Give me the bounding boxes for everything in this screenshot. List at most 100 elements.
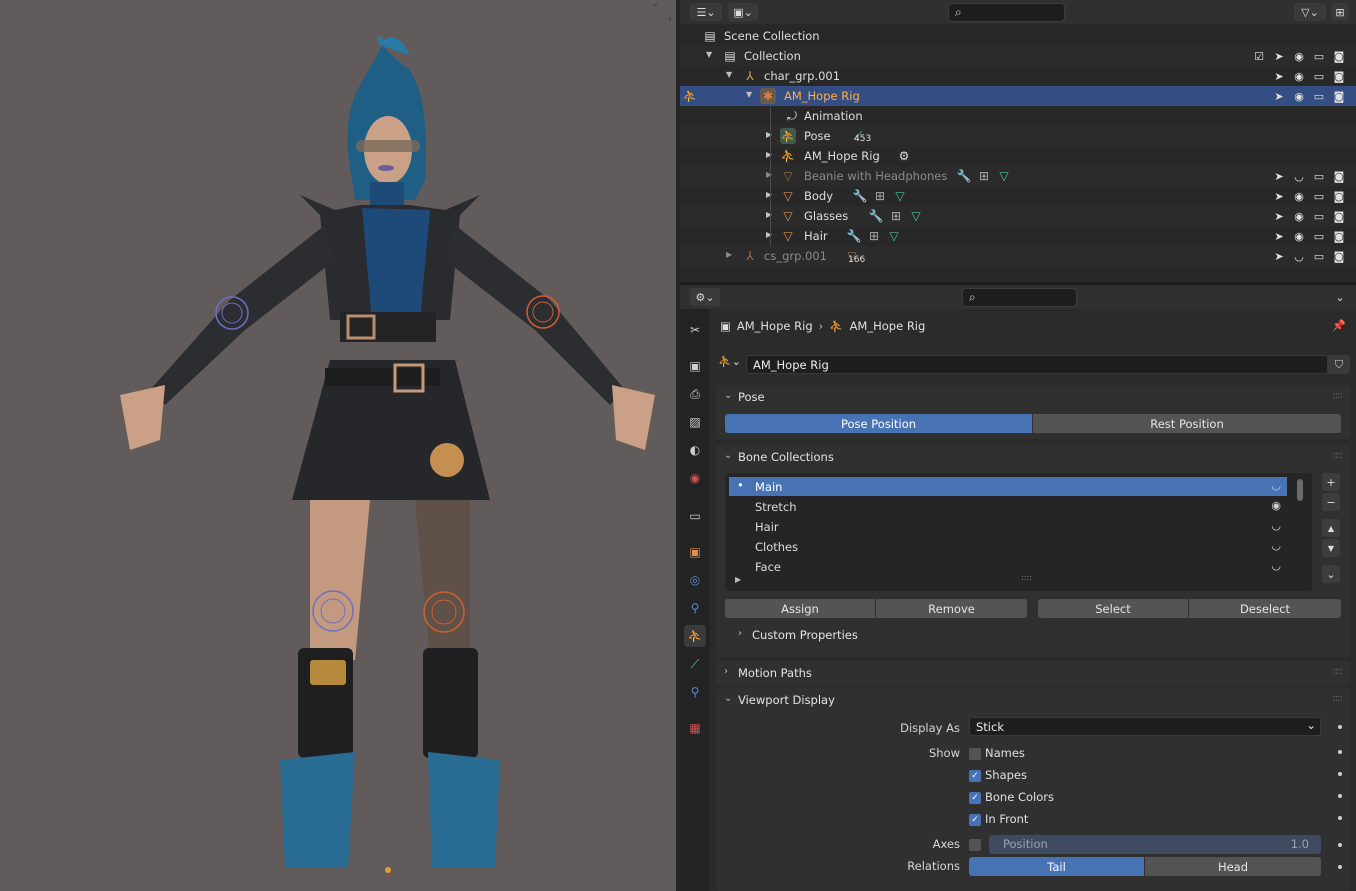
chevron-down-icon[interactable]: ⌄ [651,0,659,9]
outliner-row[interactable]: ▶ ▽ Body 🔧 ⊞ ▽ ➤◉▭◙ [680,186,1356,206]
list-item[interactable]: Hair ◡ [729,517,1287,536]
relations-tail-button[interactable]: Tail [969,857,1144,876]
eye-closed-icon[interactable]: ◡ [1271,519,1281,532]
expand-arrow-icon[interactable]: ▼ [726,70,732,79]
select-arrow-icon[interactable]: ➤ [1272,169,1286,183]
eye-icon[interactable]: ◉ [1292,229,1306,243]
expand-arrow-icon[interactable]: ▶ [726,250,732,259]
camera-icon[interactable]: ◙ [1332,49,1346,63]
editor-type-button[interactable]: ⚙⌄ [690,288,720,306]
list-filter-arrow-icon[interactable]: ▶ [735,575,741,584]
properties-search-input[interactable]: ⌕ [962,288,1077,307]
keyframe-dot-icon[interactable] [1338,816,1342,820]
fake-user-shield-icon[interactable]: ⛉ [1328,355,1350,374]
drag-handle-icon[interactable]: :::: [1333,693,1344,704]
select-arrow-icon[interactable]: ➤ [1272,69,1286,83]
expand-arrow-icon[interactable]: ▼ [706,50,712,59]
monitor-icon[interactable]: ▭ [1312,209,1326,223]
options-dropdown[interactable]: ⌄ [1331,288,1349,306]
select-arrow-icon[interactable]: ➤ [1272,189,1286,203]
drag-handle-icon[interactable]: :::: [1333,390,1344,401]
move-down-button[interactable]: ▼ [1322,539,1340,557]
eye-closed-icon[interactable]: ◡ [1271,479,1281,492]
scene-tab-icon[interactable]: ◐ [684,439,706,461]
eye-icon[interactable]: ◉ [1292,69,1306,83]
monitor-icon[interactable]: ▭ [1312,89,1326,103]
select-arrow-icon[interactable]: ➤ [1272,209,1286,223]
filter-button[interactable]: ▽⌄ [1294,3,1326,21]
display-mode-button[interactable]: ▣⌄ [728,3,758,21]
bone-tab-icon[interactable]: ⟋ [684,653,706,675]
axes-checkbox[interactable] [969,839,981,851]
outliner-row[interactable]: ▶ ▽ Beanie with Headphones 🔧 ⊞ ▽ ➤◡▭◙ [680,166,1356,186]
view-layer-tab-icon[interactable]: ▨ [684,411,706,433]
camera-icon[interactable]: ◙ [1332,169,1346,183]
eye-icon[interactable]: ◉ [1292,189,1306,203]
keyframe-dot-icon[interactable] [1338,794,1342,798]
outliner-row[interactable]: ▶ ⛹ AM_Hope Rig ⚙ [680,146,1356,166]
camera-icon[interactable]: ◙ [1332,69,1346,83]
viewport-display-header[interactable]: ⌄ Viewport Display :::: [716,688,1350,712]
shapes-checkbox[interactable]: ✓ [969,770,981,782]
armature-data-tab-icon[interactable]: ⛹ [684,625,706,647]
bone-constraints-tab-icon[interactable]: ⚲ [684,681,706,703]
rest-position-button[interactable]: Rest Position [1033,414,1341,433]
pose-position-button[interactable]: Pose Position [725,414,1032,433]
list-resize-grip-icon[interactable]: :::: [1021,573,1032,582]
remove-collection-button[interactable]: − [1322,493,1340,511]
keyframe-dot-icon[interactable] [1338,843,1342,847]
armature-name-field[interactable]: AM_Hope Rig [746,355,1328,374]
keyframe-dot-icon[interactable] [1338,725,1342,729]
outliner-row[interactable]: ▼ ▤ Collection ☑ ➤ ◉ ▭ ◙ [680,46,1356,66]
deselect-button[interactable]: Deselect [1189,599,1341,618]
select-arrow-icon[interactable]: ➤ [1272,249,1286,263]
camera-icon[interactable]: ◙ [1332,189,1346,203]
axes-position-slider[interactable]: Position 1.0 [989,835,1321,854]
bone-collections-list[interactable]: • Main ◡ Stretch ◉ Hair ◡ Clothes ◡ Face… [725,473,1312,591]
tool-tab-icon[interactable]: ✂ [684,319,706,341]
physics-tab-icon[interactable]: ◎ [684,569,706,591]
eye-icon[interactable]: ◉ [1271,499,1281,512]
bone-colors-checkbox[interactable]: ✓ [969,792,981,804]
bone-collections-header[interactable]: ⌄ Bone Collections :::: [716,445,1350,469]
list-item[interactable]: Stretch ◉ [729,497,1287,516]
move-up-button[interactable]: ▲ [1322,519,1340,537]
list-item[interactable]: • Main ◡ [729,477,1287,496]
camera-icon[interactable]: ◙ [1332,229,1346,243]
keyframe-dot-icon[interactable] [1338,865,1342,869]
motion-paths-header[interactable]: › Motion Paths :::: [716,661,1350,685]
monitor-icon[interactable]: ▭ [1312,169,1326,183]
assign-button[interactable]: Assign [725,599,875,618]
outliner-search-input[interactable]: ⌕ [948,3,1065,22]
editor-type-button[interactable]: ☰⌄ [690,3,722,21]
outliner-row[interactable]: ⤾ Animation [680,106,1356,126]
checkbox-icon[interactable]: ☑ [1252,49,1266,63]
new-collection-button[interactable]: ⊞ [1331,3,1349,21]
in-front-checkbox[interactable]: ✓ [969,814,981,826]
pose-panel-header[interactable]: ⌄ Pose :::: [716,385,1350,409]
select-arrow-icon[interactable]: ➤ [1272,229,1286,243]
camera-icon[interactable]: ◙ [1332,89,1346,103]
drag-handle-icon[interactable]: :::: [1333,450,1344,461]
eye-closed-icon[interactable]: ◡ [1292,249,1306,263]
select-arrow-icon[interactable]: ➤ [1272,89,1286,103]
constraints-tab-icon[interactable]: ⚲ [684,597,706,619]
remove-button[interactable]: Remove [876,599,1027,618]
outliner-row-selected[interactable]: ⛹ ▼ ✱ AM_Hope Rig ➤ ◉ ▭ ◙ [680,86,1356,106]
display-as-dropdown[interactable]: Stick ⌄ [969,717,1321,736]
monitor-icon[interactable]: ▭ [1312,249,1326,263]
object-tab-icon[interactable]: ▣ [684,541,706,563]
drag-handle-icon[interactable]: :::: [1333,666,1344,677]
outliner-row[interactable]: ▶ ▽ Hair 🔧 ⊞ ▽ ➤◉▭◙ [680,226,1356,246]
collection-tab-icon[interactable]: ▭ [684,505,706,527]
relations-head-button[interactable]: Head [1145,857,1321,876]
list-item[interactable]: Face ◡ [729,557,1287,576]
outliner-row[interactable]: ▶ ▽ Glasses 🔧 ⊞ ▽ ➤◉▭◙ [680,206,1356,226]
select-button[interactable]: Select [1038,599,1188,618]
keyframe-dot-icon[interactable] [1338,772,1342,776]
list-item[interactable]: Clothes ◡ [729,537,1287,556]
names-checkbox[interactable] [969,748,981,760]
texture-tab-icon[interactable]: ▦ [684,717,706,739]
custom-properties-header[interactable]: › Custom Properties [730,623,1330,647]
monitor-icon[interactable]: ▭ [1312,49,1326,63]
